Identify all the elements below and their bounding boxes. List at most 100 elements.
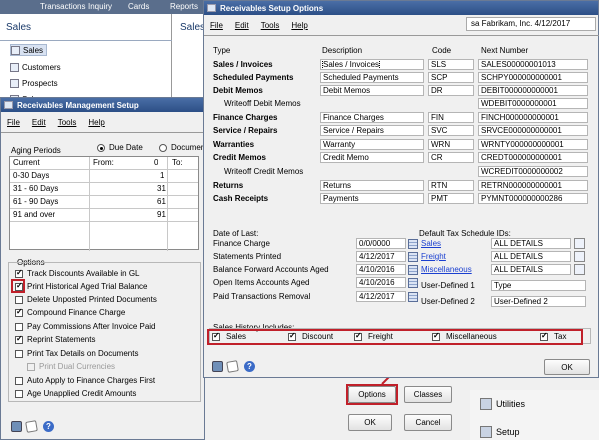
due-date-radio[interactable]: Due Date	[97, 143, 143, 152]
code-field[interactable]: CR	[428, 152, 474, 163]
next-number-field[interactable]: RETRN000000000001	[478, 180, 588, 191]
next-number-field[interactable]: CREDT000000000001	[478, 152, 588, 163]
option-pay-commissions[interactable]: Pay Commissions After Invoice Paid	[15, 322, 156, 331]
calendar-icon[interactable]	[408, 278, 418, 288]
menu-transactions[interactable]: Transactions	[40, 2, 86, 11]
next-number-field[interactable]: WCREDIT0000000002	[478, 166, 588, 177]
aging-row-from[interactable]: 0	[154, 158, 158, 167]
next-number-field[interactable]: PYMNT000000000286	[478, 193, 588, 204]
description-field[interactable]: Returns	[320, 180, 424, 191]
printer-icon[interactable]	[11, 421, 22, 432]
aging-row-name[interactable]: Current	[13, 158, 40, 167]
code-field[interactable]: WRN	[428, 139, 474, 150]
date-field[interactable]: 4/12/2017	[356, 291, 406, 302]
aging-row-name[interactable]: 61 - 90 Days	[13, 197, 58, 206]
aging-row-name[interactable]: 0-30 Days	[13, 171, 49, 180]
menu-file[interactable]: File	[7, 118, 20, 127]
cancel-button[interactable]: Cancel	[404, 414, 452, 431]
tax-schedule-field[interactable]: ALL DETAILS	[491, 264, 571, 275]
printer-icon[interactable]	[212, 361, 223, 372]
menu-edit[interactable]: Edit	[235, 21, 249, 30]
menu-edit[interactable]: Edit	[32, 118, 46, 127]
menu-tools[interactable]: Tools	[261, 21, 280, 30]
help-icon[interactable]: ?	[244, 361, 255, 372]
calendar-icon[interactable]	[408, 265, 418, 275]
document-date-radio[interactable]: Document	[159, 143, 207, 152]
aging-row-from[interactable]: 31	[157, 184, 166, 193]
tax-schedule-field[interactable]: ALL DETAILS	[491, 238, 571, 249]
user-defined-field[interactable]: Type	[491, 280, 586, 291]
sales-history-sales[interactable]: Sales	[212, 331, 246, 341]
aging-row-name[interactable]: 31 - 60 Days	[13, 184, 58, 193]
code-field[interactable]: DR	[428, 85, 474, 96]
next-number-field[interactable]: SCHPY000000000001	[478, 72, 588, 83]
note-icon[interactable]	[25, 420, 38, 433]
next-number-field[interactable]: FINCH000000000001	[478, 112, 588, 123]
description-field[interactable]: Scheduled Payments	[320, 72, 424, 83]
nav-item-prospects[interactable]: Prospects	[10, 77, 58, 89]
lookup-icon[interactable]	[574, 238, 585, 249]
classes-button[interactable]: Classes	[404, 386, 452, 403]
code-field[interactable]: FIN	[428, 112, 474, 123]
tax-schedule-link[interactable]: Sales	[421, 239, 441, 248]
description-field[interactable]: Finance Charges	[320, 112, 424, 123]
next-number-field[interactable]: WRNTY000000000001	[478, 139, 588, 150]
menu-help[interactable]: Help	[88, 118, 104, 127]
ok-button[interactable]: OK	[544, 359, 590, 375]
setup-link[interactable]: Setup	[480, 426, 520, 438]
description-field[interactable]: Payments	[320, 193, 424, 204]
next-number-field[interactable]: DEBIT000000000001	[478, 85, 588, 96]
sales-history-tax[interactable]: Tax	[540, 331, 566, 341]
tax-schedule-link[interactable]: Miscellaneous	[421, 265, 472, 274]
nav-item-customers[interactable]: Customers	[10, 61, 61, 73]
option-age-unapplied-credit[interactable]: Age Unapplied Credit Amounts	[15, 389, 136, 398]
next-number-field[interactable]: WDEBIT0000000001	[478, 98, 588, 109]
date-field[interactable]: 4/10/2016	[356, 264, 406, 275]
tax-schedule-field[interactable]: ALL DETAILS	[491, 251, 571, 262]
date-field[interactable]: 4/10/2016	[356, 277, 406, 288]
ok-button[interactable]: OK	[348, 414, 392, 431]
menu-help[interactable]: Help	[291, 21, 307, 30]
option-delete-unposted[interactable]: Delete Unposted Printed Documents	[15, 295, 157, 304]
sales-history-discount[interactable]: Discount	[288, 331, 333, 341]
code-field[interactable]: SLS	[428, 59, 474, 70]
menu-reports[interactable]: Reports	[170, 2, 198, 11]
code-field[interactable]: RTN	[428, 180, 474, 191]
aging-row-from[interactable]: 1	[160, 171, 164, 180]
calendar-icon[interactable]	[408, 239, 418, 249]
help-icon[interactable]: ?	[43, 421, 54, 432]
date-field[interactable]: 4/12/2017	[356, 251, 406, 262]
nav-item-sales[interactable]: Sales	[10, 44, 48, 56]
code-field[interactable]: PMT	[428, 193, 474, 204]
lookup-icon[interactable]	[574, 251, 585, 262]
description-field[interactable]: Debit Memos	[320, 85, 424, 96]
menu-tools[interactable]: Tools	[58, 118, 77, 127]
date-field[interactable]: 0/0/0000	[356, 238, 406, 249]
option-print-historical-aged-trial-balance[interactable]: Print Historical Aged Trial Balance	[15, 281, 148, 291]
code-field[interactable]: SVC	[428, 125, 474, 136]
menu-file[interactable]: File	[210, 21, 223, 30]
description-field[interactable]: Warranty	[320, 139, 424, 150]
sales-history-miscellaneous[interactable]: Miscellaneous	[432, 331, 497, 341]
description-field[interactable]: Service / Repairs	[320, 125, 424, 136]
option-compound-finance-charge[interactable]: Compound Finance Charge	[15, 307, 125, 317]
aging-row-from[interactable]: 91	[157, 210, 166, 219]
lookup-icon[interactable]	[574, 264, 585, 275]
aging-row-from[interactable]: 61	[157, 197, 166, 206]
tax-schedule-link[interactable]: Freight	[421, 252, 446, 261]
option-auto-apply-finance-charges[interactable]: Auto Apply to Finance Charges First	[15, 376, 155, 385]
aging-row-name[interactable]: 91 and over	[13, 210, 55, 219]
code-field[interactable]: SCP	[428, 72, 474, 83]
next-number-field[interactable]: SRVCE000000000001	[478, 125, 588, 136]
menu-inquiry[interactable]: Inquiry	[88, 2, 112, 11]
option-reprint-statements[interactable]: Reprint Statements	[15, 334, 95, 344]
option-print-tax-details[interactable]: Print Tax Details on Documents	[15, 349, 138, 358]
menu-cards[interactable]: Cards	[128, 2, 149, 11]
option-track-discounts[interactable]: Track Discounts Available in GL	[15, 268, 140, 278]
user-defined-field[interactable]: User-Defined 2	[491, 296, 586, 307]
description-field[interactable]: Credit Memo	[320, 152, 424, 163]
calendar-icon[interactable]	[408, 252, 418, 262]
next-number-field[interactable]: SALES00000001013	[478, 59, 588, 70]
sales-history-freight[interactable]: Freight	[354, 331, 393, 341]
calendar-icon[interactable]	[408, 292, 418, 302]
